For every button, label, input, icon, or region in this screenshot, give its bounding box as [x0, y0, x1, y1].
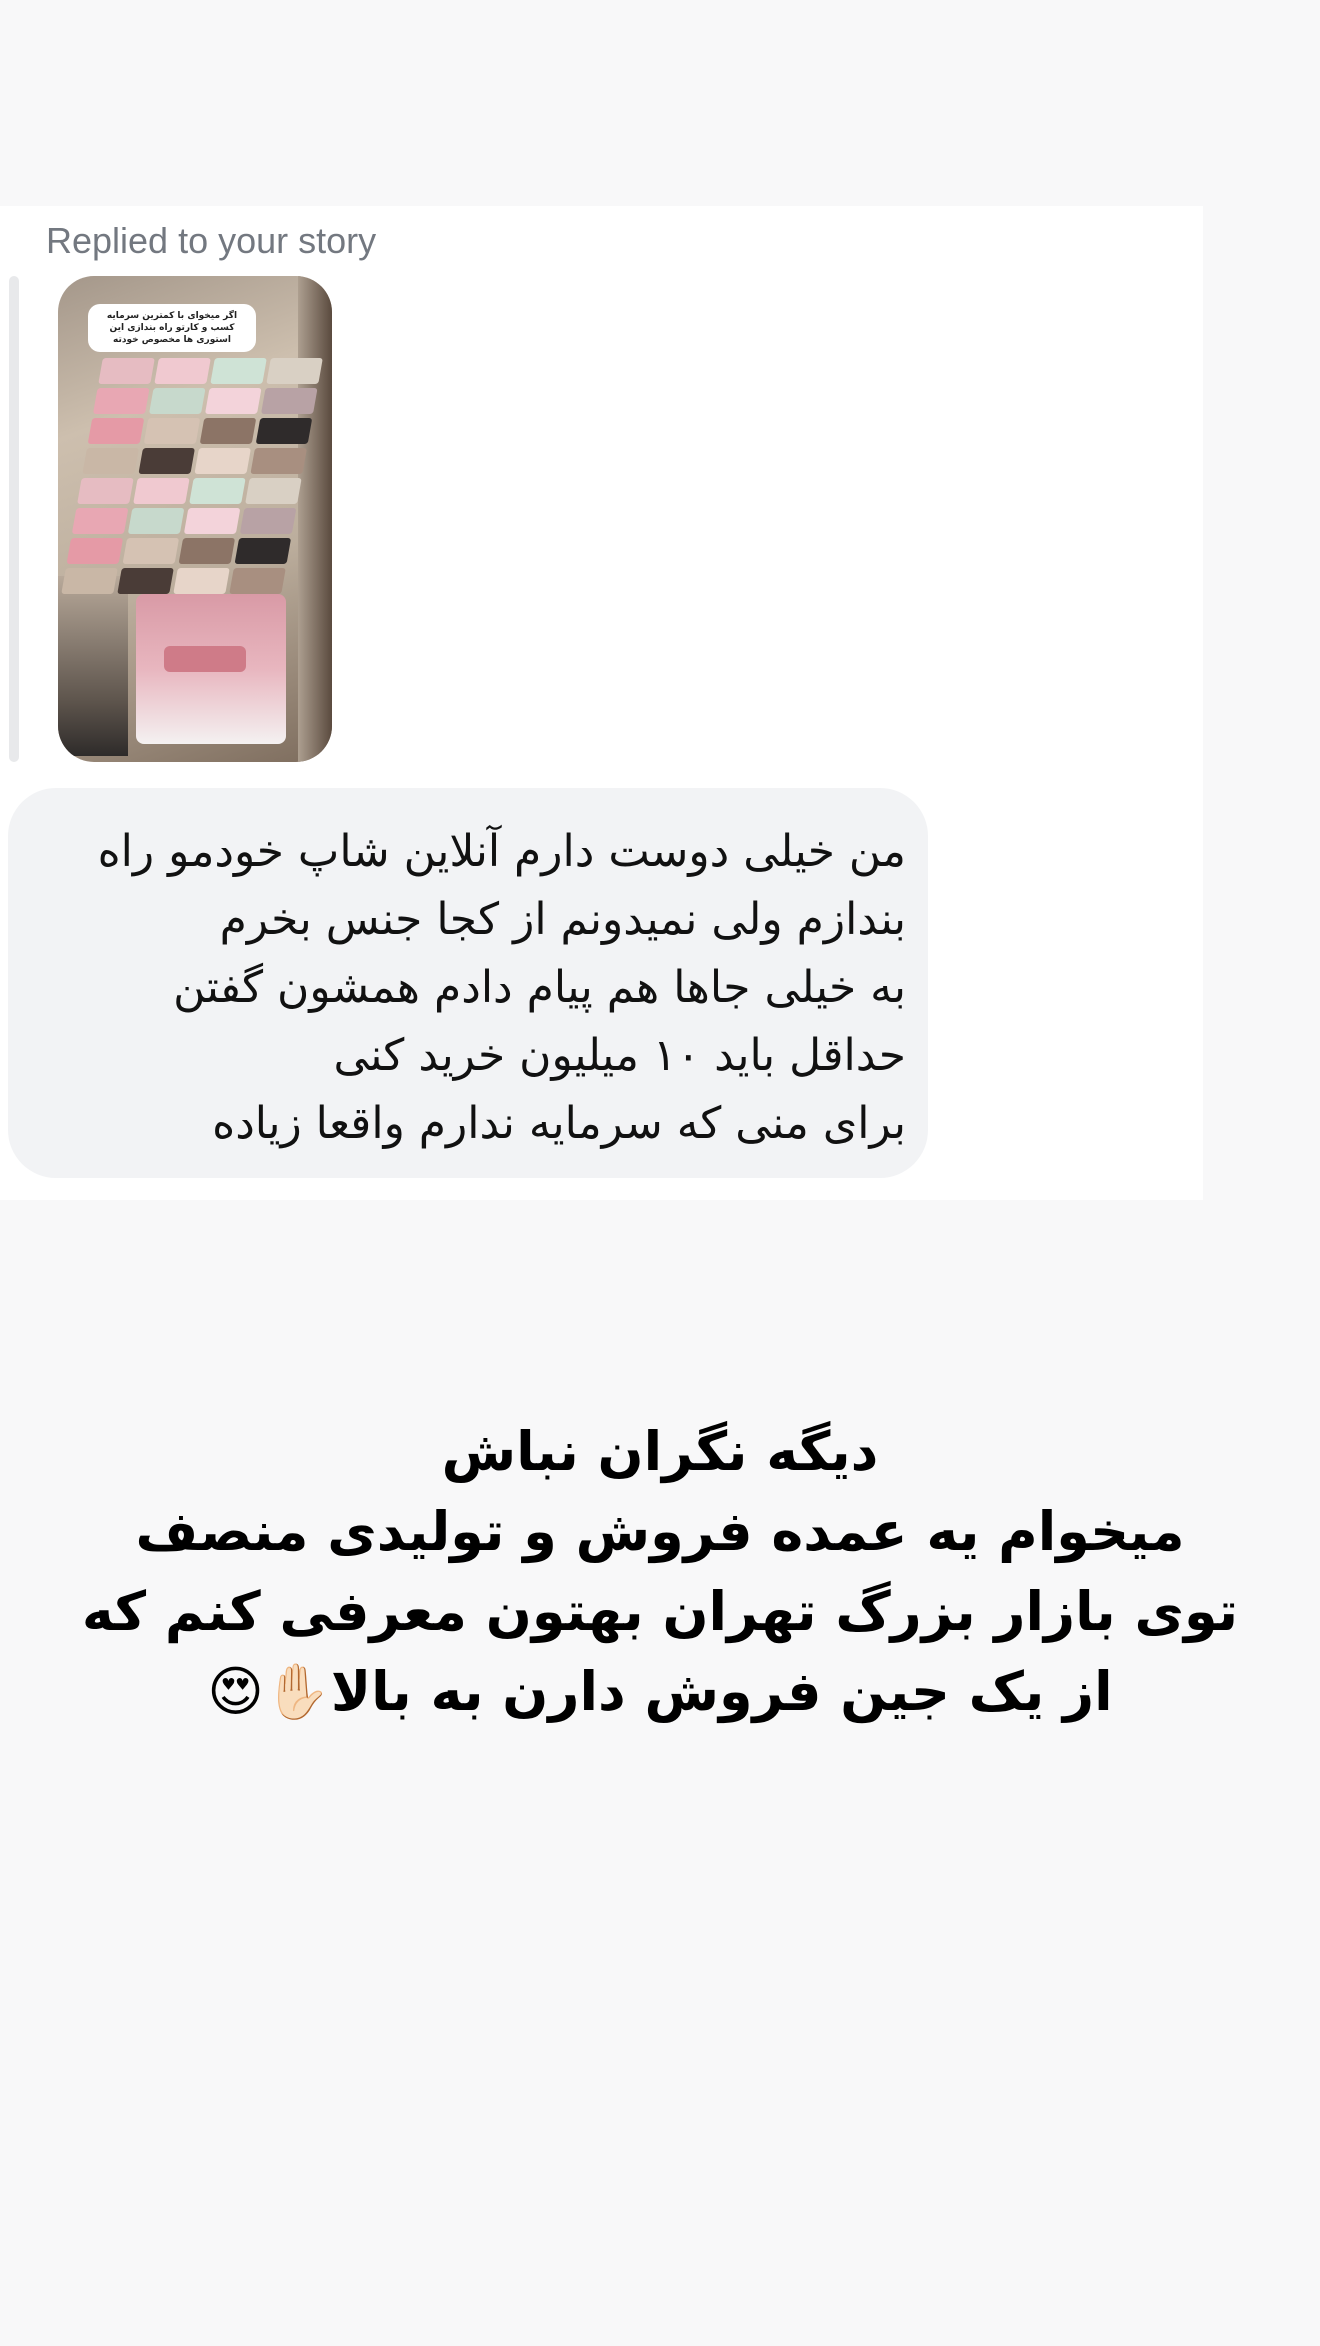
garment-tile	[173, 568, 230, 594]
message-line: حداقل باید ۱۰ میلیون خرید کنی	[333, 1030, 906, 1081]
garment-tile	[143, 418, 201, 444]
garment-tile	[199, 418, 257, 444]
overlay-line: از یک جین فروش دارن به بالا✋🏻😍	[207, 1660, 1113, 1723]
sofa-edge	[298, 276, 332, 762]
message-line: به خیلی جاها هم پیام دادم همشون گفتن	[173, 962, 906, 1013]
garment-tile	[183, 508, 241, 534]
garment-tile	[239, 508, 297, 534]
garment-tile	[122, 538, 180, 564]
garment-tile	[194, 448, 251, 474]
message-bubble[interactable]: من خیلی دوست دارم آنلاین شاپ خودمو راه ب…	[8, 788, 928, 1178]
garment-tile	[148, 388, 206, 414]
garment-tile	[250, 448, 307, 474]
garment-tile	[266, 358, 323, 384]
overlay-line: توی بازار بزرگ تهران بهتون معرفی کنم که	[81, 1580, 1239, 1643]
dm-card: Replied to your story اگر میخوای با کمتر…	[0, 206, 1203, 1200]
story-caption-line: اگر میخوای با کمترین سرمایه	[106, 311, 238, 321]
garment-tile	[61, 568, 118, 594]
garment-tile	[210, 358, 267, 384]
garment-tile	[204, 388, 262, 414]
garment-tile	[255, 418, 313, 444]
story-caption-line: استوری ها مخصوص خودته	[113, 335, 231, 345]
garment-tile	[178, 538, 236, 564]
message-line: برای منی که سرمایه ندارم واقعا زیاده	[212, 1098, 906, 1149]
package-photo-detail	[136, 594, 286, 744]
garment-tile	[98, 358, 155, 384]
replied-to-story-label: Replied to your story	[46, 220, 377, 261]
overlay-line: میخوام یه عمده فروش و تولیدی منصف	[135, 1500, 1185, 1563]
garment-tile	[92, 388, 150, 414]
garment-tile	[66, 538, 124, 564]
garment-tile	[82, 448, 139, 474]
garment-tile	[77, 478, 134, 504]
garment-tile	[117, 568, 174, 594]
garment-tile	[154, 358, 211, 384]
garment-tile	[71, 508, 129, 534]
story-overlay-text: دیگه نگران نباش میخوام یه عمده فروش و تو…	[60, 1412, 1260, 1732]
story-thumbnail[interactable]: اگر میخوای با کمترین سرمایه کسب و کارتو …	[58, 276, 332, 762]
garment-tile	[127, 508, 185, 534]
garment-tile	[234, 538, 292, 564]
message-line: من خیلی دوست دارم آنلاین شاپ خودمو راه	[97, 826, 906, 877]
message-text: من خیلی دوست دارم آنلاین شاپ خودمو راه ب…	[46, 818, 906, 1158]
garment-tile	[229, 568, 286, 594]
garment-tile	[87, 418, 145, 444]
story-caption: اگر میخوای با کمترین سرمایه کسب و کارتو …	[88, 304, 256, 352]
message-line: بندازم ولی نمیدونم از کجا جنس بخرم	[219, 894, 906, 945]
garment-tile	[260, 388, 318, 414]
story-caption-line: کسب و کارتو راه بندازی این	[109, 323, 235, 333]
garment-tile	[138, 448, 195, 474]
garment-tile	[133, 478, 190, 504]
garment-tile	[245, 478, 302, 504]
garment-tile	[189, 478, 246, 504]
overlay-line: دیگه نگران نباش	[441, 1420, 879, 1483]
story-reply-bar	[9, 276, 19, 762]
